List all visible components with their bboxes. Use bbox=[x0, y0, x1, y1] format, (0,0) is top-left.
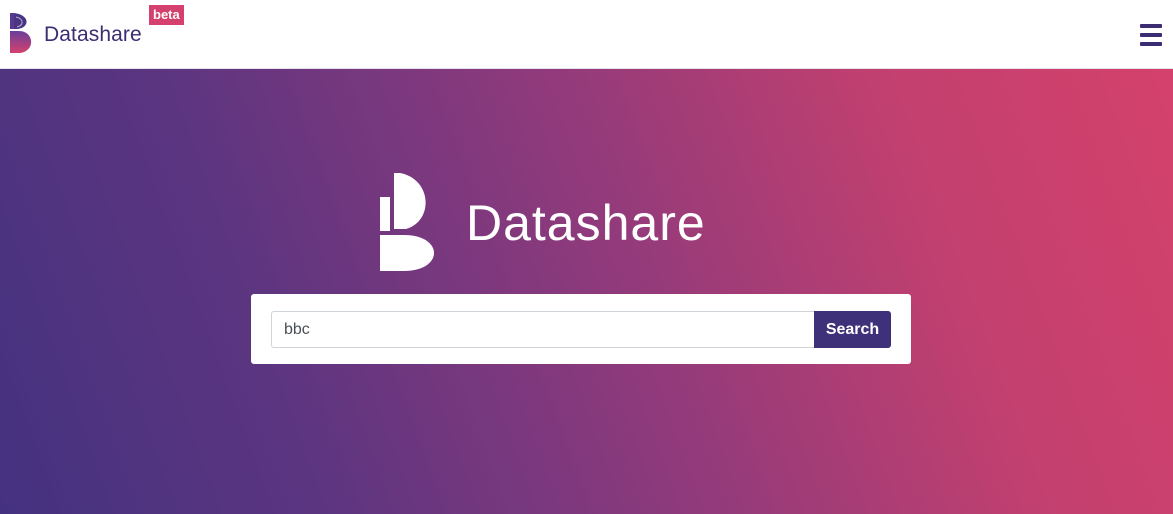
brand-name: Datashare bbox=[44, 23, 142, 46]
beta-badge: beta bbox=[149, 5, 184, 25]
hamburger-menu-icon[interactable] bbox=[1140, 24, 1162, 46]
menu-bar bbox=[1140, 42, 1162, 46]
search-card: Search bbox=[251, 294, 911, 364]
hero-title: Datashare bbox=[466, 195, 706, 251]
datashare-logo-icon bbox=[380, 173, 434, 271]
menu-bar bbox=[1140, 24, 1162, 28]
top-navbar: Datashare beta bbox=[0, 0, 1173, 69]
search-input[interactable] bbox=[271, 311, 815, 348]
search-button[interactable]: Search bbox=[814, 311, 891, 348]
datashare-logo-icon bbox=[10, 13, 32, 53]
menu-bar bbox=[1140, 33, 1162, 37]
hero-section: Datashare Search bbox=[0, 69, 1173, 514]
